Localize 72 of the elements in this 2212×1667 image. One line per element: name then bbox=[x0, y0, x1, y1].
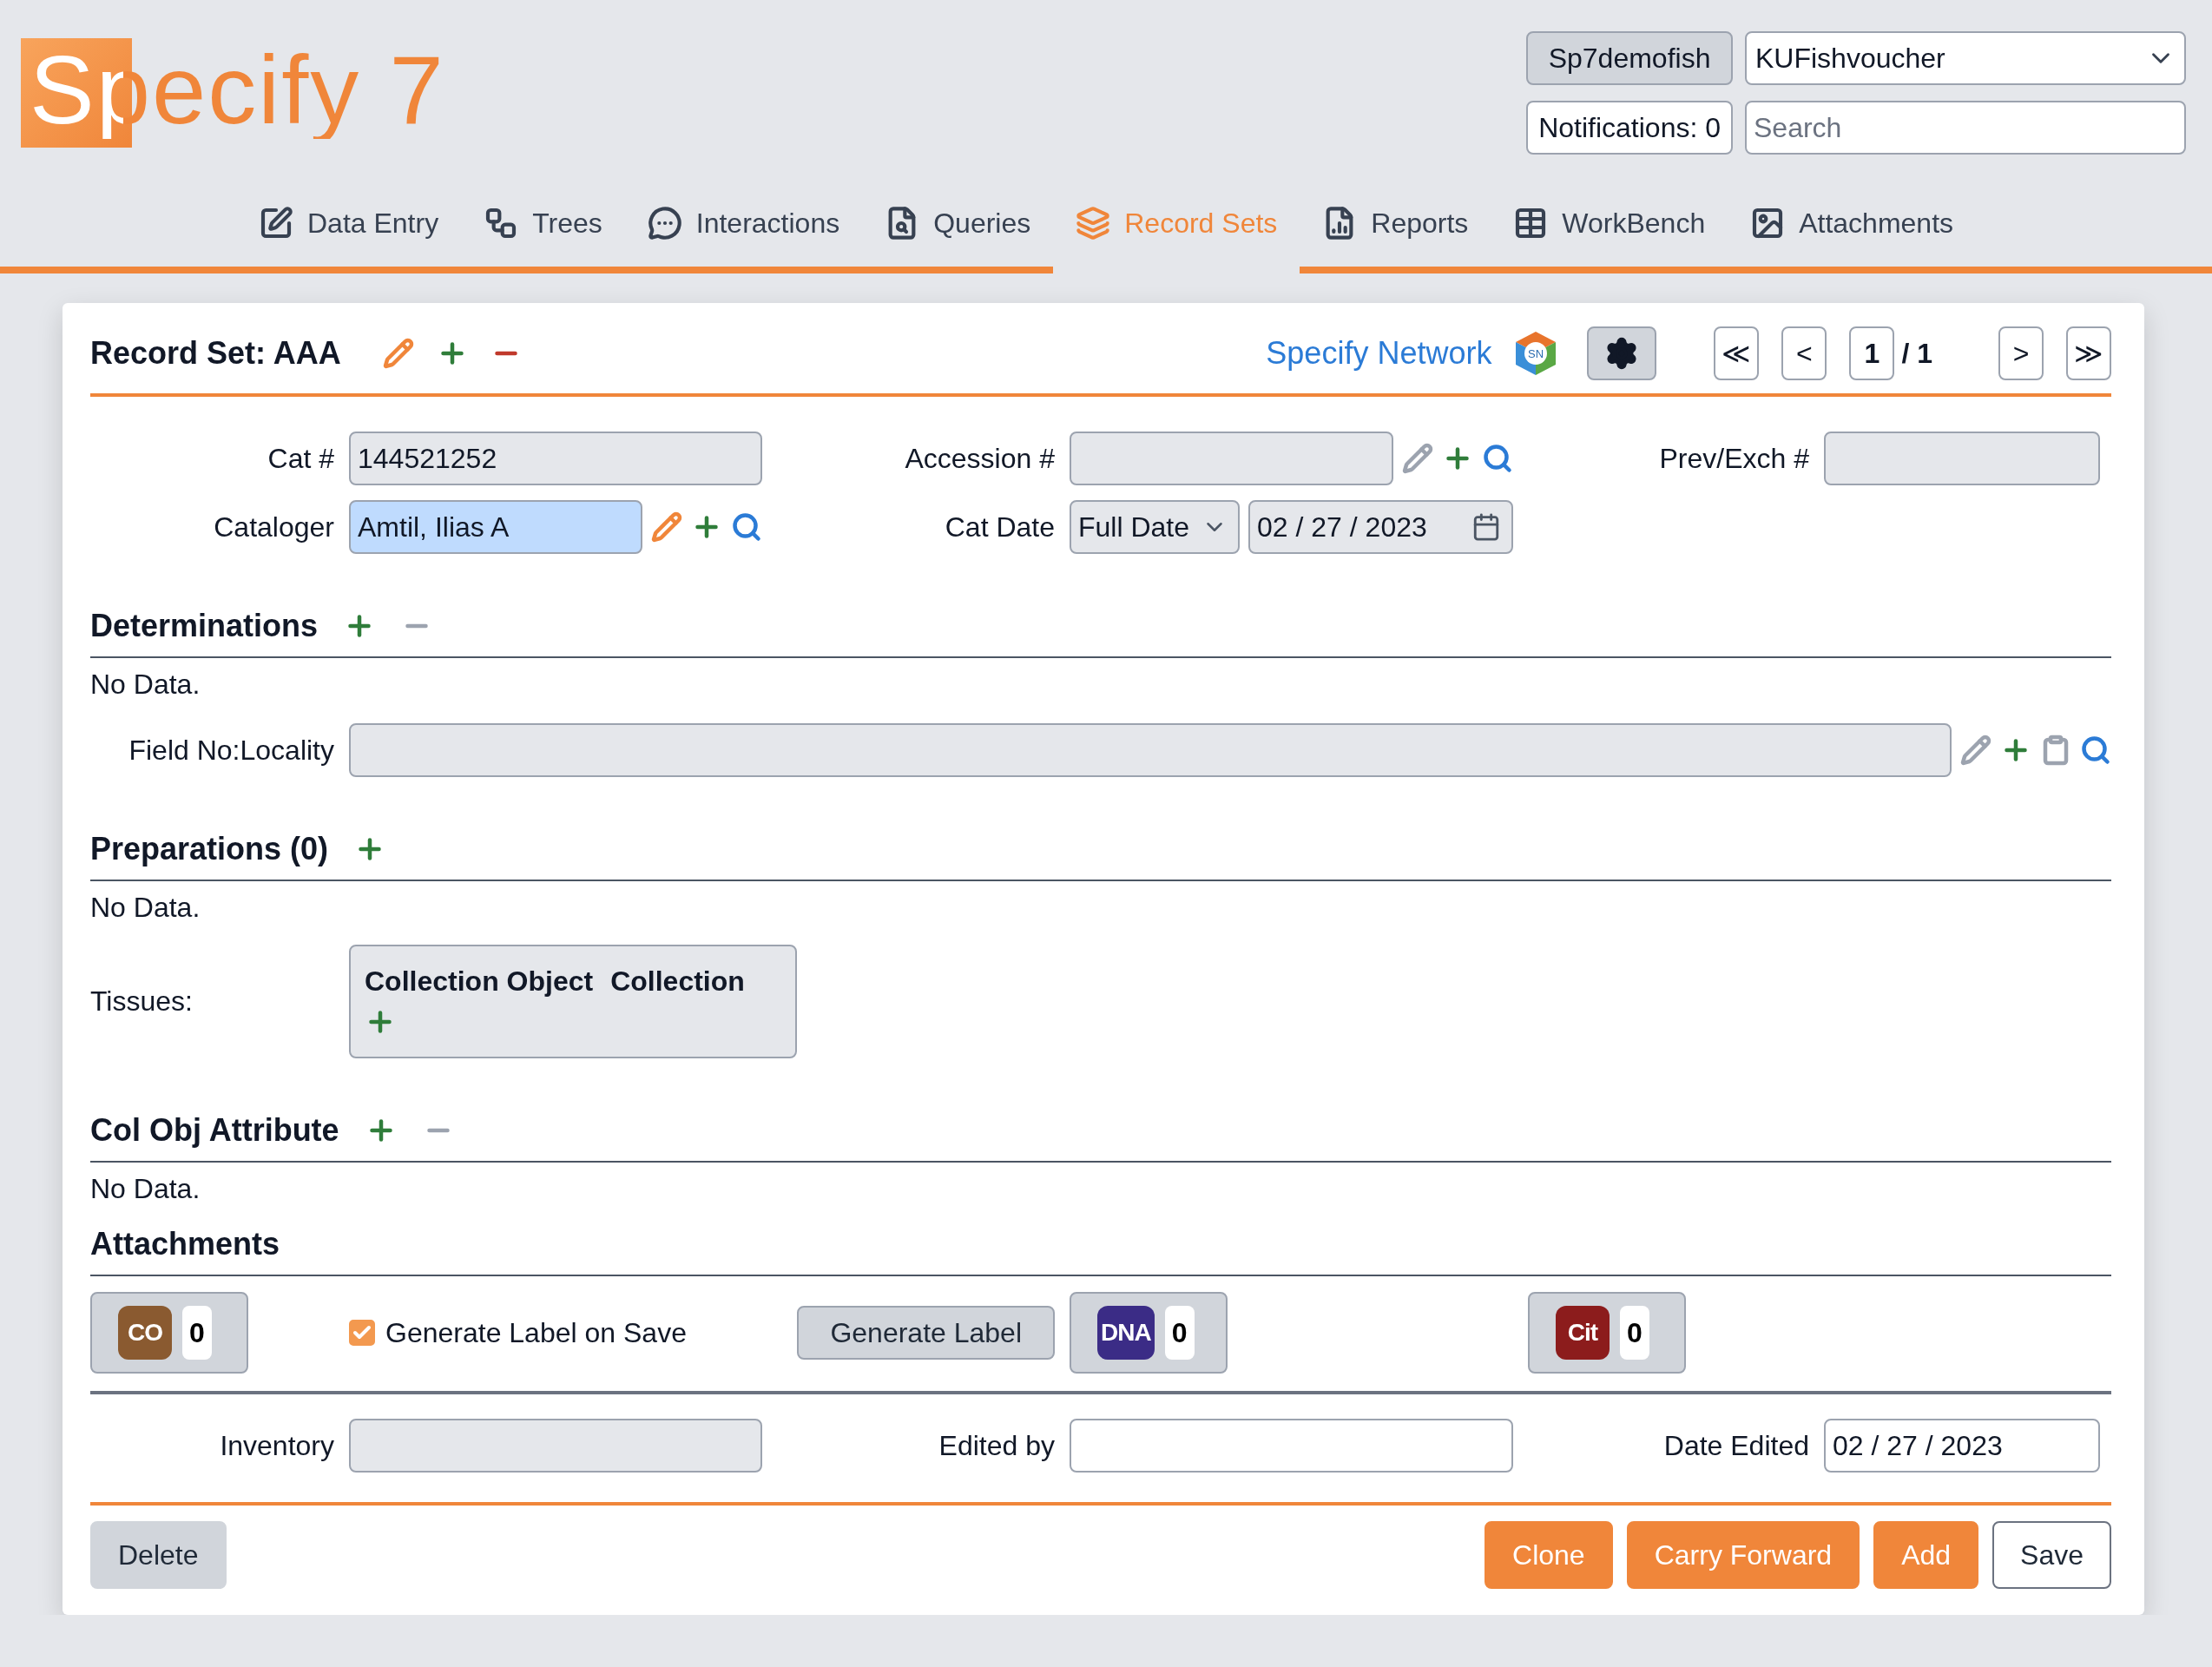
search-icon[interactable] bbox=[2080, 735, 2111, 766]
input-field[interactable] bbox=[1824, 432, 2100, 485]
field-label: Field No:Locality bbox=[128, 734, 334, 767]
page-total: / 1 bbox=[1901, 337, 1932, 370]
input-field[interactable] bbox=[1070, 432, 1393, 485]
checkbox-label: Generate Label on Save bbox=[385, 1316, 687, 1349]
pencil-icon[interactable] bbox=[382, 338, 414, 369]
badge-icon: DNA bbox=[1097, 1306, 1155, 1360]
column-header: Collection bbox=[610, 965, 745, 998]
nav-tab[interactable]: Queries bbox=[862, 190, 1054, 267]
notifications-button[interactable]: Notifications: 0 bbox=[1526, 101, 1733, 155]
empty-text: No Data. bbox=[90, 892, 201, 924]
search-field[interactable]: Search bbox=[1745, 101, 2186, 155]
field-label: Prev/Exch # bbox=[1658, 442, 1809, 475]
section-title: Attachments bbox=[90, 1226, 280, 1262]
field-label: Cat # bbox=[267, 442, 334, 475]
field-label: Accession # bbox=[904, 442, 1055, 475]
nav-tab[interactable]: Interactions bbox=[624, 190, 863, 267]
input-field[interactable] bbox=[349, 723, 1952, 777]
calendar-icon bbox=[1471, 512, 1501, 542]
search-icon[interactable] bbox=[1482, 443, 1513, 474]
field-label: Date Edited bbox=[1662, 1429, 1809, 1462]
nav-tab[interactable]: Trees bbox=[461, 190, 625, 267]
section-title: Determinations bbox=[90, 608, 319, 644]
pencil-icon[interactable] bbox=[651, 511, 682, 543]
nav-tab[interactable]: Data Entry bbox=[236, 190, 462, 267]
attachment-button[interactable]: CO 0 bbox=[90, 1292, 248, 1374]
date-field[interactable]: 02 / 27 / 2023 bbox=[1248, 500, 1513, 554]
next-button[interactable]: > bbox=[1998, 326, 2044, 380]
stack-icon bbox=[1076, 206, 1111, 240]
precision-select[interactable]: Full Date bbox=[1070, 500, 1241, 554]
pencil-square-icon bbox=[259, 206, 293, 240]
last-button[interactable]: ≫ bbox=[2066, 326, 2111, 380]
collection-select[interactable]: KUFishvoucher bbox=[1745, 31, 2186, 85]
attachment-button[interactable]: Cit 0 bbox=[1528, 1292, 1686, 1374]
checkbox[interactable] bbox=[349, 1320, 375, 1346]
network-link[interactable]: Specify Network bbox=[1266, 335, 1492, 372]
form-button[interactable]: Save bbox=[1992, 1521, 2111, 1589]
nav-tab[interactable]: Attachments bbox=[1728, 190, 1977, 267]
input-field[interactable]: Amtil, Ilias A bbox=[349, 500, 642, 554]
search-icon[interactable] bbox=[731, 511, 762, 543]
generate-label-button[interactable]: Generate Label bbox=[797, 1306, 1055, 1360]
first-button[interactable]: ≪ bbox=[1714, 326, 1760, 380]
count-label: 0 bbox=[1164, 1306, 1195, 1360]
nav-tab[interactable]: Reports bbox=[1300, 190, 1491, 267]
section-title: Preparations (0) bbox=[90, 831, 329, 867]
form-button[interactable]: Delete bbox=[90, 1521, 227, 1589]
column-header: Collection Object bbox=[365, 965, 594, 998]
field-label: Edited by bbox=[938, 1429, 1055, 1462]
settings-button[interactable] bbox=[1587, 326, 1657, 380]
input-field[interactable]: 02 / 27 / 2023 bbox=[1824, 1419, 2100, 1473]
field-label: Inventory bbox=[219, 1429, 334, 1462]
page-field[interactable]: 1 bbox=[1849, 326, 1895, 380]
field-label: Cataloger bbox=[213, 511, 334, 544]
count-label: 0 bbox=[1620, 1306, 1649, 1360]
field-label: Cat Date bbox=[944, 511, 1055, 544]
chat-bubble-icon bbox=[647, 206, 682, 240]
attachment-button[interactable]: DNA 0 bbox=[1070, 1292, 1228, 1374]
record-set-title: Record Set: AAA bbox=[90, 335, 341, 372]
empty-text: No Data. bbox=[90, 1173, 201, 1205]
input-field[interactable] bbox=[349, 1419, 762, 1473]
empty-text: No Data. bbox=[90, 669, 201, 701]
user-button[interactable]: Sp7demofish bbox=[1526, 31, 1733, 85]
input-field[interactable]: 144521252 bbox=[349, 432, 762, 485]
count-label: 0 bbox=[182, 1306, 212, 1360]
input-field[interactable] bbox=[1070, 1419, 1513, 1473]
previous-button[interactable]: < bbox=[1781, 326, 1827, 380]
badge-icon: Cit bbox=[1556, 1306, 1610, 1360]
section-title: Col Obj Attribute bbox=[90, 1112, 339, 1149]
badge-icon: CO bbox=[118, 1306, 172, 1360]
subview-label: Tissues: bbox=[90, 985, 194, 1018]
nav-tab[interactable]: WorkBench bbox=[1491, 190, 1728, 267]
